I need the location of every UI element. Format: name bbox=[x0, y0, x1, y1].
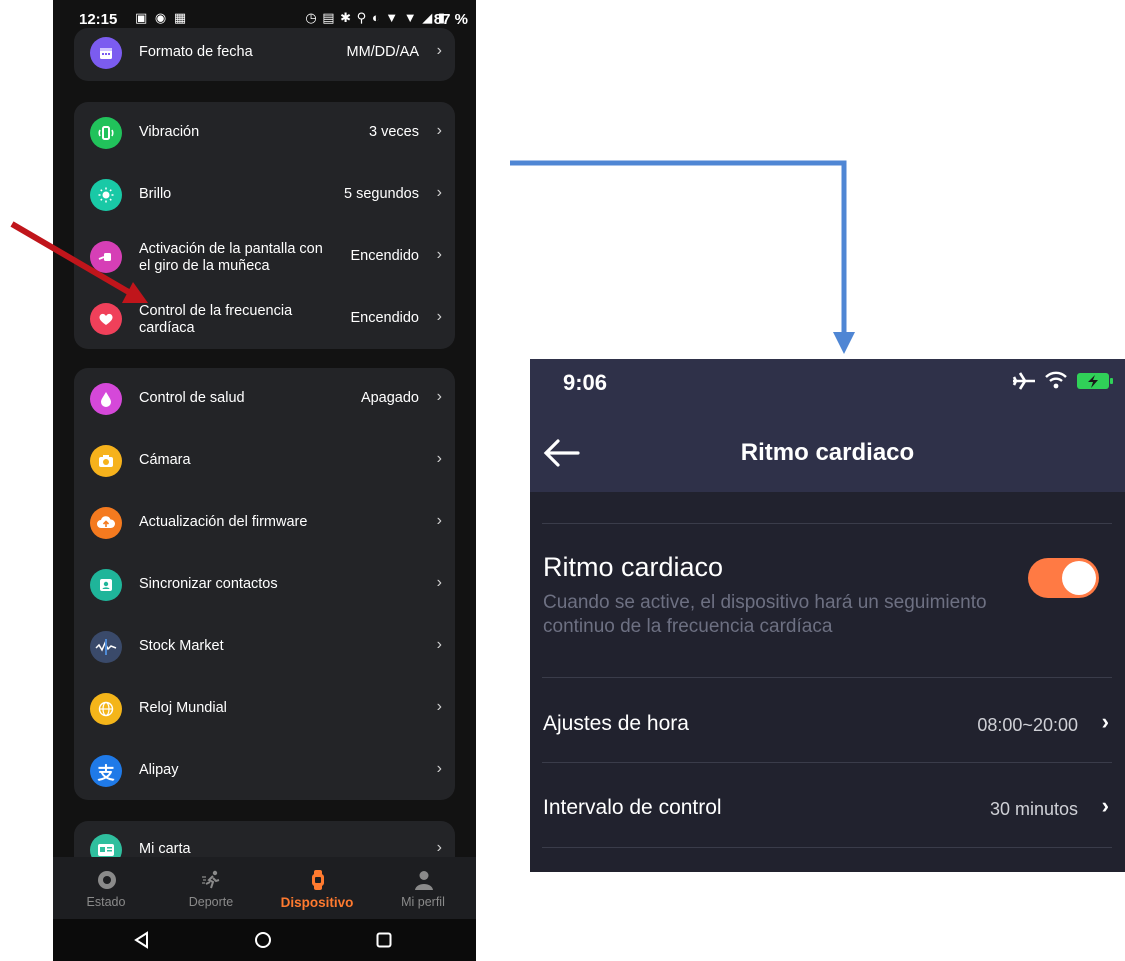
chevron-right-icon: › bbox=[436, 184, 442, 201]
bottom-tab-bar: Estado Deporte Dispositivo Mi perfil bbox=[53, 857, 476, 919]
row-stock-market[interactable]: Stock Market › bbox=[74, 616, 455, 678]
row-control-interval[interactable]: Intervalo de control 30 minutos › bbox=[530, 763, 1125, 847]
row-sync-contacts[interactable]: Sincronizar contactos › bbox=[74, 554, 455, 616]
row-health-control[interactable]: Control de salud Apagado › bbox=[74, 368, 455, 430]
chevron-right-icon: › bbox=[436, 574, 442, 591]
row-label: Alipay bbox=[139, 762, 179, 778]
wifi-icon bbox=[1045, 371, 1067, 389]
status-time: 9:06 bbox=[563, 370, 608, 395]
divider bbox=[542, 523, 1112, 524]
row-alipay[interactable]: 支 Alipay › bbox=[74, 740, 455, 802]
world-clock-icon bbox=[90, 693, 122, 725]
row-label: Brillo bbox=[139, 186, 172, 202]
row-value: 5 segundos bbox=[344, 186, 419, 202]
row-label: Vibración bbox=[139, 124, 200, 140]
tab-deporte[interactable]: Deporte bbox=[161, 857, 261, 919]
pointer-arrow bbox=[10, 221, 148, 303]
row-label: Control de salud bbox=[139, 390, 245, 406]
right-phone-screen: 9:06 Ritmo cardiaco Ritmo cardiaco Cuand… bbox=[530, 359, 1125, 872]
row-label: Intervalo de control bbox=[543, 796, 722, 819]
row-label: Sincronizar contactos bbox=[139, 576, 278, 592]
row-value: 30 minutos bbox=[989, 799, 1078, 819]
chevron-right-icon: › bbox=[436, 308, 442, 325]
nav-home-icon[interactable] bbox=[254, 931, 272, 949]
stock-market-icon bbox=[90, 631, 122, 663]
row-label: Mi carta bbox=[139, 841, 191, 857]
chevron-right-icon: › bbox=[1101, 793, 1109, 818]
row-value: Encendido bbox=[350, 248, 419, 264]
airplane-icon bbox=[1012, 372, 1035, 390]
chevron-right-icon: › bbox=[1101, 709, 1109, 734]
row-label: Activación de la pantalla con el giro de… bbox=[139, 241, 323, 274]
row-value: 3 veces bbox=[369, 124, 419, 140]
chevron-right-icon: › bbox=[436, 512, 442, 529]
android-nav-bar bbox=[53, 919, 476, 961]
tab-mi-perfil[interactable]: Mi perfil bbox=[373, 857, 473, 919]
tab-label: Deporte bbox=[188, 895, 234, 909]
row-label: Actualización del firmware bbox=[139, 514, 308, 530]
row-label: Reloj Mundial bbox=[139, 700, 227, 716]
row-value: 08:00~20:00 bbox=[977, 715, 1078, 735]
row-value: MM/DD/AA bbox=[346, 44, 420, 60]
chevron-right-icon: › bbox=[436, 760, 442, 777]
row-label: Control de la frecuencia cardíaca bbox=[139, 303, 293, 336]
row-label: Cámara bbox=[139, 452, 191, 468]
calendar-icon bbox=[90, 37, 122, 69]
chevron-right-icon: › bbox=[436, 450, 442, 467]
settings-card-features: Control de salud Apagado › Cámara › Actu… bbox=[74, 368, 455, 800]
row-time-settings[interactable]: Ajustes de hora 08:00~20:00 › bbox=[530, 679, 1125, 763]
setting-description: Cuando se active, el dispositivo hará un… bbox=[543, 592, 987, 637]
row-value: Encendido bbox=[350, 310, 419, 326]
cloud-upload-icon bbox=[90, 507, 122, 539]
row-vibration[interactable]: Vibración 3 veces › bbox=[74, 102, 455, 164]
battery-charging-icon bbox=[1077, 373, 1113, 389]
page-title: Ritmo cardiaco bbox=[740, 439, 915, 466]
row-label: Ajustes de hora bbox=[543, 712, 689, 735]
tab-label: Dispositivo bbox=[280, 895, 354, 910]
setting-title: Ritmo cardiaco bbox=[543, 552, 724, 582]
tab-label: Mi perfil bbox=[401, 895, 445, 909]
chevron-right-icon: › bbox=[436, 839, 442, 856]
nav-back-icon[interactable] bbox=[133, 931, 151, 949]
row-value: Apagado bbox=[360, 390, 419, 406]
tab-dispositivo[interactable]: Dispositivo bbox=[267, 857, 367, 919]
health-drop-icon bbox=[90, 383, 122, 415]
profile-icon bbox=[415, 871, 433, 890]
row-firmware-update[interactable]: Actualización del firmware › bbox=[74, 492, 455, 554]
status-icon bbox=[98, 871, 116, 889]
chevron-right-icon: › bbox=[436, 636, 442, 653]
tab-label: Estado bbox=[86, 895, 126, 909]
watch-icon bbox=[312, 870, 324, 890]
running-icon bbox=[202, 870, 220, 889]
nav-recents-icon[interactable] bbox=[375, 931, 393, 949]
toggle-knob bbox=[1062, 561, 1096, 595]
left-phone-screen: 12:15 ▣ ◉ ▦ ◷ ▤ ✱ ⚲ ◐ ▼ ▼ ◢ ▮ 87 % Forma… bbox=[53, 0, 476, 961]
row-camera[interactable]: Cámara › bbox=[74, 430, 455, 492]
chevron-right-icon: › bbox=[436, 42, 442, 59]
divider bbox=[542, 677, 1112, 678]
row-label: Formato de fecha bbox=[139, 44, 253, 60]
row-world-clock[interactable]: Reloj Mundial › bbox=[74, 678, 455, 740]
header: 9:06 Ritmo cardiaco bbox=[530, 359, 1125, 492]
chevron-right-icon: › bbox=[436, 122, 442, 139]
tab-estado[interactable]: Estado bbox=[56, 857, 156, 919]
brightness-icon bbox=[90, 179, 122, 211]
settings-card-display: Formato de fecha MM/DD/AA › bbox=[74, 28, 455, 81]
contacts-icon bbox=[90, 569, 122, 601]
heart-rate-toggle[interactable] bbox=[1028, 558, 1099, 598]
row-date-format[interactable]: Formato de fecha MM/DD/AA › bbox=[74, 22, 455, 84]
camera-icon bbox=[90, 445, 122, 477]
chevron-right-icon: › bbox=[436, 388, 442, 405]
vibration-icon bbox=[90, 117, 122, 149]
chevron-right-icon: › bbox=[436, 698, 442, 715]
row-label: Stock Market bbox=[139, 638, 224, 654]
divider bbox=[542, 847, 1112, 848]
chevron-right-icon: › bbox=[436, 246, 442, 263]
connector-arrow bbox=[510, 160, 855, 354]
alipay-icon: 支 bbox=[90, 755, 122, 787]
